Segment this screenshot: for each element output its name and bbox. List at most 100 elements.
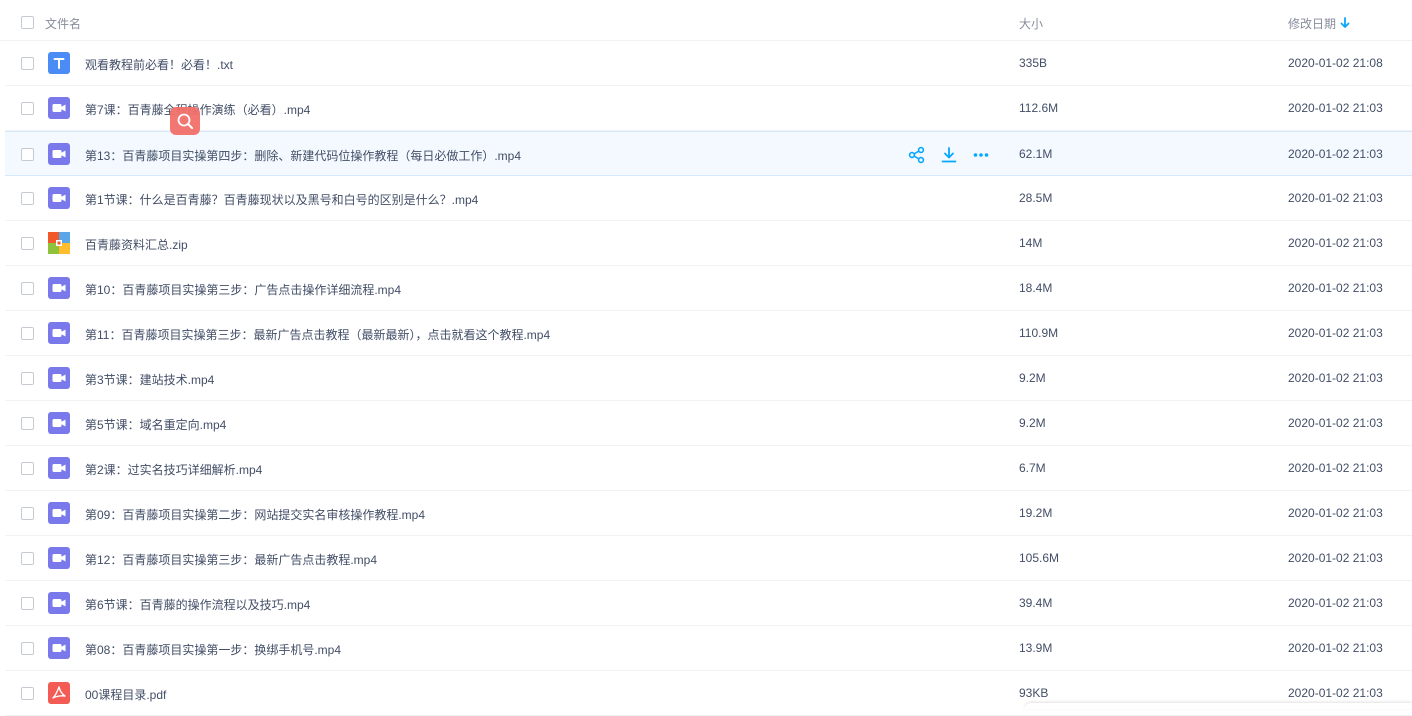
file-row[interactable]: 百青藤资料汇总.zip 14M 2020-01-02 21:03 bbox=[5, 221, 1412, 266]
sort-arrow-down-icon[interactable] bbox=[1339, 15, 1351, 31]
file-row[interactable]: 第09：百青藤项目实操第二步：网站提交实名审核操作教程.mp4 19.2M 2020… bbox=[5, 491, 1412, 536]
file-row[interactable]: 00课程目录.pdf 93KB 2020-01-02 21:03 bbox=[5, 671, 1412, 716]
video-file-icon bbox=[48, 547, 70, 569]
video-file-icon bbox=[48, 367, 70, 389]
row-checkbox[interactable] bbox=[21, 372, 34, 385]
file-size: 9.2M bbox=[1019, 416, 1046, 430]
file-row[interactable]: 第5节课：域名重定向.mp4 9.2M 2020-01-02 21:03 bbox=[5, 401, 1412, 446]
share-icon[interactable] bbox=[908, 146, 926, 164]
row-checkbox[interactable] bbox=[21, 507, 34, 520]
file-row[interactable]: 第3节课：建站技术.mp4 9.2M 2020-01-02 21:03 bbox=[5, 356, 1412, 401]
file-name-link[interactable]: 第13：百青藤项目实操第四步：删除、新建代码位操作教程（每日必做工作）.mp4 bbox=[85, 147, 521, 164]
row-checkbox[interactable] bbox=[21, 237, 34, 250]
file-size: 335B bbox=[1019, 56, 1048, 70]
video-file-icon bbox=[48, 502, 70, 524]
row-checkbox[interactable] bbox=[21, 57, 34, 70]
file-name-link[interactable]: 第09：百青藤项目实操第二步：网站提交实名审核操作教程.mp4 bbox=[85, 506, 425, 523]
floating-search-widget[interactable] bbox=[170, 107, 200, 135]
video-file-icon bbox=[48, 412, 70, 434]
file-name-link[interactable]: 第1节课：什么是百青藤？百青藤现状以及黑号和白号的区别是什么？.mp4 bbox=[85, 191, 478, 208]
file-modified-date: 2020-01-02 21:03 bbox=[1288, 596, 1383, 610]
file-size: 62.1M bbox=[1019, 147, 1053, 161]
file-modified-date: 2020-01-02 21:03 bbox=[1288, 371, 1383, 385]
more-icon[interactable] bbox=[972, 146, 990, 164]
file-name-link[interactable]: 00课程目录.pdf bbox=[85, 686, 166, 703]
file-modified-date: 2020-01-02 21:03 bbox=[1288, 326, 1383, 340]
row-checkbox[interactable] bbox=[21, 552, 34, 565]
file-modified-date: 2020-01-02 21:03 bbox=[1288, 686, 1383, 700]
file-size: 39.4M bbox=[1019, 596, 1053, 610]
file-row[interactable]: 第08：百青藤项目实操第一步：换绑手机号.mp4 13.9M 2020-01-02 … bbox=[5, 626, 1412, 671]
file-row[interactable]: 第10：百青藤项目实操第三步：广告点击操作详细流程.mp4 18.4M 2020-0… bbox=[5, 266, 1412, 311]
file-modified-date: 2020-01-02 21:03 bbox=[1288, 461, 1383, 475]
bottom-panel-edge bbox=[1025, 703, 1412, 709]
file-name-link[interactable]: 第2课：过实名技巧详细解析.mp4 bbox=[85, 461, 262, 478]
row-checkbox[interactable] bbox=[21, 282, 34, 295]
file-name-link[interactable]: 观看教程前必看！必看！.txt bbox=[85, 56, 233, 73]
select-all-checkbox[interactable] bbox=[21, 16, 34, 29]
file-list-header: 文件名 大小 修改日期 bbox=[0, 0, 1412, 41]
video-file-icon bbox=[48, 97, 70, 119]
file-name-link[interactable]: 第5节课：域名重定向.mp4 bbox=[85, 416, 226, 433]
row-checkbox[interactable] bbox=[21, 192, 34, 205]
file-modified-date: 2020-01-02 21:03 bbox=[1288, 101, 1383, 115]
file-modified-date: 2020-01-02 21:03 bbox=[1288, 506, 1383, 520]
file-modified-date: 2020-01-02 21:03 bbox=[1288, 551, 1383, 565]
file-modified-date: 2020-01-02 21:08 bbox=[1288, 56, 1383, 70]
file-size: 9.2M bbox=[1019, 371, 1046, 385]
file-name-link[interactable]: 第12：百青藤项目实操第三步：最新广告点击教程.mp4 bbox=[85, 551, 377, 568]
file-modified-date: 2020-01-02 21:03 bbox=[1288, 416, 1383, 430]
file-size: 105.6M bbox=[1019, 551, 1060, 565]
file-row[interactable]: 第13：百青藤项目实操第四步：删除、新建代码位操作教程（每日必做工作）.mp4 6… bbox=[5, 131, 1412, 176]
file-name-link[interactable]: 第10：百青藤项目实操第三步：广告点击操作详细流程.mp4 bbox=[85, 281, 401, 298]
download-icon[interactable] bbox=[940, 146, 958, 164]
file-modified-date: 2020-01-02 21:03 bbox=[1288, 641, 1383, 655]
file-size: 110.9M bbox=[1019, 326, 1059, 340]
row-checkbox[interactable] bbox=[21, 687, 34, 700]
file-row[interactable]: 观看教程前必看！必看！.txt 335B 2020-01-02 21:08 bbox=[5, 41, 1412, 86]
file-name-link[interactable]: 第6节课：百青藤的操作流程以及技巧.mp4 bbox=[85, 596, 310, 613]
pdf-file-icon bbox=[48, 682, 70, 704]
video-file-icon bbox=[48, 143, 70, 165]
column-header-name[interactable]: 文件名 bbox=[45, 15, 81, 32]
row-checkbox[interactable] bbox=[21, 148, 34, 161]
file-name-link[interactable]: 百青藤资料汇总.zip bbox=[85, 236, 188, 253]
row-checkbox[interactable] bbox=[21, 102, 34, 115]
file-row[interactable]: 第1节课：什么是百青藤？百青藤现状以及黑号和白号的区别是什么？.mp4 28.5M… bbox=[5, 176, 1412, 221]
row-checkbox[interactable] bbox=[21, 597, 34, 610]
file-size: 14M bbox=[1019, 236, 1043, 250]
file-name-link[interactable]: 第08：百青藤项目实操第一步：换绑手机号.mp4 bbox=[85, 641, 341, 658]
zip-file-icon bbox=[48, 232, 70, 254]
file-row[interactable]: 第12：百青藤项目实操第三步：最新广告点击教程.mp4 105.6M 2020-01… bbox=[5, 536, 1412, 581]
column-header-size[interactable]: 大小 bbox=[1019, 15, 1043, 32]
video-file-icon bbox=[48, 322, 70, 344]
file-size: 112.6M bbox=[1019, 101, 1059, 115]
video-file-icon bbox=[48, 637, 70, 659]
video-file-icon bbox=[48, 277, 70, 299]
file-modified-date: 2020-01-02 21:03 bbox=[1288, 281, 1383, 295]
video-file-icon bbox=[48, 592, 70, 614]
file-modified-date: 2020-01-02 21:03 bbox=[1288, 147, 1383, 161]
file-size: 28.5M bbox=[1019, 191, 1053, 205]
row-checkbox[interactable] bbox=[21, 417, 34, 430]
file-size: 19.2M bbox=[1019, 506, 1053, 520]
column-header-date[interactable]: 修改日期 bbox=[1288, 15, 1336, 32]
file-row[interactable]: 第2课：过实名技巧详细解析.mp4 6.7M 2020-01-02 21:03 bbox=[5, 446, 1412, 491]
file-size: 6.7M bbox=[1019, 461, 1046, 475]
file-modified-date: 2020-01-02 21:03 bbox=[1288, 236, 1383, 250]
row-checkbox[interactable] bbox=[21, 327, 34, 340]
file-size: 18.4M bbox=[1019, 281, 1053, 295]
file-name-link[interactable]: 第11：百青藤项目实操第三步：最新广告点击教程（最新最新），点击就看这个教程.m… bbox=[85, 326, 550, 343]
search-icon bbox=[177, 113, 193, 129]
row-checkbox[interactable] bbox=[21, 642, 34, 655]
file-modified-date: 2020-01-02 21:03 bbox=[1288, 191, 1383, 205]
file-name-link[interactable]: 第3节课：建站技术.mp4 bbox=[85, 371, 214, 388]
file-size: 93KB bbox=[1019, 686, 1049, 700]
file-row[interactable]: 第7课：百青藤全程操作演练（必看）.mp4112.6M2020-01-02 21… bbox=[5, 86, 1412, 131]
video-file-icon bbox=[48, 457, 70, 479]
row-checkbox[interactable] bbox=[21, 462, 34, 475]
file-row[interactable]: 第6节课：百青藤的操作流程以及技巧.mp4 39.4M 2020-01-02 21:… bbox=[5, 581, 1412, 626]
file-row[interactable]: 第11：百青藤项目实操第三步：最新广告点击教程（最新最新），点击就看这个教程.m… bbox=[5, 311, 1412, 356]
video-file-icon bbox=[48, 187, 70, 209]
txt-file-icon bbox=[48, 52, 70, 74]
